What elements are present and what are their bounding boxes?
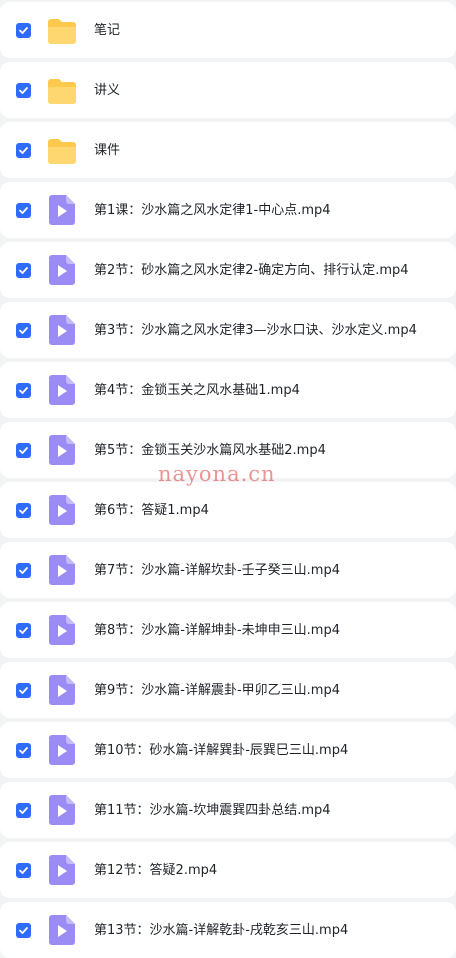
file-row[interactable]: 第2节：砂水篇之风水定律2-确定方向、排行认定.mp4 — [0, 242, 456, 298]
file-row[interactable]: 第13节：沙水篇-详解乾卦-戌乾亥三山.mp4 — [0, 902, 456, 958]
check-icon — [19, 567, 28, 574]
folder-icon — [46, 16, 76, 48]
video-file-icon — [48, 854, 78, 886]
file-row[interactable]: 第6节：答疑1.mp4 — [0, 482, 456, 538]
file-checkbox[interactable] — [16, 863, 31, 878]
file-checkbox[interactable] — [16, 503, 31, 518]
video-file-icon — [48, 794, 78, 826]
file-name: 第5节：金锁玉关沙水篇风水基础2.mp4 — [94, 443, 326, 458]
file-name: 讲义 — [94, 83, 121, 98]
file-name: 第4节：金锁玉关之风水基础1.mp4 — [94, 383, 300, 398]
video-file-icon — [48, 674, 78, 706]
video-file-icon — [48, 314, 78, 346]
file-name: 第6节：答疑1.mp4 — [94, 503, 209, 518]
file-checkbox[interactable] — [16, 323, 31, 338]
folder-icon — [46, 136, 76, 168]
check-icon — [19, 927, 28, 934]
file-checkbox[interactable] — [16, 143, 31, 158]
file-row[interactable]: 第11节：沙水篇-坎坤震巽四卦总结.mp4 — [0, 782, 456, 838]
file-row[interactable]: 课件 — [0, 122, 456, 178]
file-checkbox[interactable] — [16, 23, 31, 38]
file-name: 第13节：沙水篇-详解乾卦-戌乾亥三山.mp4 — [94, 923, 349, 938]
file-checkbox[interactable] — [16, 623, 31, 638]
file-checkbox[interactable] — [16, 563, 31, 578]
video-file-icon — [48, 374, 78, 406]
file-row[interactable]: 第12节：答疑2.mp4 — [0, 842, 456, 898]
check-icon — [19, 687, 28, 694]
file-row[interactable]: 第10节：砂水篇-详解巽卦-辰巽巳三山.mp4 — [0, 722, 456, 778]
video-file-icon — [48, 914, 78, 946]
check-icon — [19, 627, 28, 634]
check-icon — [19, 387, 28, 394]
file-row[interactable]: 第4节：金锁玉关之风水基础1.mp4 — [0, 362, 456, 418]
file-name: 第9节：沙水篇-详解震卦-甲卯乙三山.mp4 — [94, 683, 340, 698]
file-checkbox[interactable] — [16, 743, 31, 758]
check-icon — [19, 327, 28, 334]
video-file-icon — [48, 194, 78, 226]
file-row[interactable]: 第1课：沙水篇之风水定律1-中心点.mp4 — [0, 182, 456, 238]
video-file-icon — [48, 554, 78, 586]
file-row[interactable]: 第8节：沙水篇-详解坤卦-未坤申三山.mp4 — [0, 602, 456, 658]
check-icon — [19, 87, 28, 94]
check-icon — [19, 807, 28, 814]
video-file-icon — [48, 254, 78, 286]
check-icon — [19, 507, 28, 514]
file-name: 第1课：沙水篇之风水定律1-中心点.mp4 — [94, 203, 331, 218]
check-icon — [19, 267, 28, 274]
file-checkbox[interactable] — [16, 803, 31, 818]
file-checkbox[interactable] — [16, 383, 31, 398]
file-checkbox[interactable] — [16, 83, 31, 98]
check-icon — [19, 747, 28, 754]
video-file-icon — [48, 434, 78, 466]
file-name: 第10节：砂水篇-详解巽卦-辰巽巳三山.mp4 — [94, 743, 349, 758]
file-row[interactable]: 笔记 — [0, 2, 456, 58]
file-name: 第8节：沙水篇-详解坤卦-未坤申三山.mp4 — [94, 623, 340, 638]
file-name: 第7节：沙水篇-详解坎卦-壬子癸三山.mp4 — [94, 563, 340, 578]
check-icon — [19, 207, 28, 214]
check-icon — [19, 147, 28, 154]
file-checkbox[interactable] — [16, 923, 31, 938]
file-row[interactable]: 第5节：金锁玉关沙水篇风水基础2.mp4 — [0, 422, 456, 478]
folder-icon — [46, 76, 76, 108]
check-icon — [19, 867, 28, 874]
file-name: 第3节：沙水篇之风水定律3—沙水口诀、沙水定义.mp4 — [94, 323, 417, 338]
video-file-icon — [48, 614, 78, 646]
file-name: 第11节：沙水篇-坎坤震巽四卦总结.mp4 — [94, 803, 331, 818]
file-checkbox[interactable] — [16, 203, 31, 218]
file-row[interactable]: 第9节：沙水篇-详解震卦-甲卯乙三山.mp4 — [0, 662, 456, 718]
file-row[interactable]: 第3节：沙水篇之风水定律3—沙水口诀、沙水定义.mp4 — [0, 302, 456, 358]
video-file-icon — [48, 734, 78, 766]
file-checkbox[interactable] — [16, 683, 31, 698]
file-name: 第12节：答疑2.mp4 — [94, 863, 218, 878]
file-row[interactable]: 第7节：沙水篇-详解坎卦-壬子癸三山.mp4 — [0, 542, 456, 598]
video-file-icon — [48, 494, 78, 526]
file-name: 课件 — [94, 143, 121, 158]
check-icon — [19, 27, 28, 34]
file-row[interactable]: 讲义 — [0, 62, 456, 118]
file-checkbox[interactable] — [16, 443, 31, 458]
file-checkbox[interactable] — [16, 263, 31, 278]
file-name: 笔记 — [94, 23, 121, 38]
file-name: 第2节：砂水篇之风水定律2-确定方向、排行认定.mp4 — [94, 263, 409, 278]
check-icon — [19, 447, 28, 454]
